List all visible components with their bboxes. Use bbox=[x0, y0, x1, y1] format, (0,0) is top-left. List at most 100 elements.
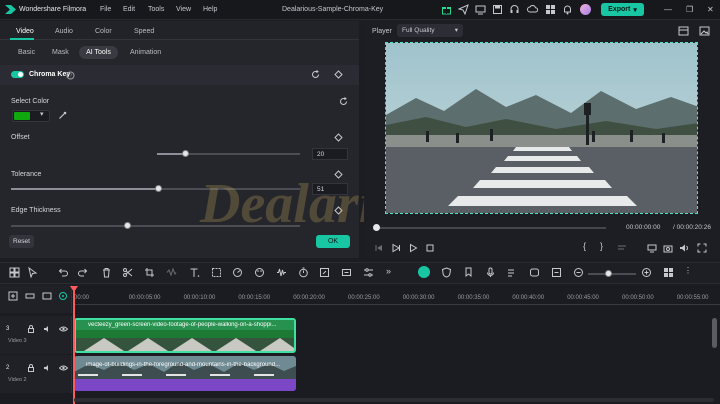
ai-track-icon[interactable] bbox=[58, 291, 68, 301]
tab-video[interactable]: Video bbox=[16, 28, 34, 35]
text-icon[interactable] bbox=[189, 267, 200, 278]
monitor-icon[interactable] bbox=[475, 4, 486, 15]
toolbar-menu-icon[interactable]: ⋮ bbox=[684, 266, 692, 275]
playhead[interactable] bbox=[73, 286, 75, 404]
mark-in-icon[interactable]: { bbox=[583, 241, 586, 251]
marker-icon[interactable] bbox=[463, 267, 474, 278]
menu-file[interactable]: File bbox=[100, 6, 111, 13]
stabilize-icon[interactable] bbox=[341, 267, 352, 278]
play-pause-icon[interactable] bbox=[391, 243, 401, 253]
snap-icon[interactable] bbox=[551, 267, 562, 278]
menu-view[interactable]: View bbox=[176, 6, 191, 13]
quality-dropdown[interactable]: Full Quality ▾ bbox=[397, 24, 463, 37]
eye-icon[interactable] bbox=[59, 364, 68, 372]
tab-color[interactable]: Color bbox=[95, 28, 112, 35]
display-icon[interactable] bbox=[647, 243, 657, 253]
chroma-key-toggle[interactable] bbox=[11, 71, 24, 78]
menu-edit[interactable]: Edit bbox=[123, 6, 135, 13]
offset-value[interactable]: 20 bbox=[312, 148, 348, 160]
mark-out-icon[interactable]: } bbox=[600, 241, 603, 251]
subtab-ai-tools[interactable]: AI Tools bbox=[79, 46, 118, 59]
crop-icon[interactable] bbox=[144, 267, 155, 278]
restore-icon[interactable]: ❐ bbox=[686, 5, 693, 14]
undo-icon[interactable] bbox=[57, 267, 68, 278]
track-settings-icon[interactable] bbox=[42, 291, 52, 301]
link-icon[interactable] bbox=[25, 291, 35, 301]
gift-icon[interactable] bbox=[441, 4, 452, 15]
edge-thickness-slider-knob[interactable] bbox=[124, 222, 131, 229]
screenshot-compare-icon[interactable] bbox=[678, 26, 689, 36]
export-button[interactable]: Export ▾ bbox=[601, 3, 644, 16]
speaker-icon[interactable] bbox=[43, 325, 51, 333]
zoom-slider-knob[interactable] bbox=[605, 270, 612, 277]
audio-stretch-icon[interactable] bbox=[166, 267, 177, 278]
reset-button[interactable]: Reset bbox=[9, 235, 34, 248]
timer-icon[interactable] bbox=[298, 267, 309, 278]
mask-icon[interactable] bbox=[529, 267, 540, 278]
avatar[interactable] bbox=[580, 4, 591, 15]
help-icon[interactable]: ? bbox=[66, 71, 75, 80]
edge-thickness-slider[interactable] bbox=[11, 225, 300, 227]
timeline-vertical-scrollbar[interactable] bbox=[712, 318, 717, 348]
stop-icon[interactable] bbox=[425, 243, 435, 253]
subtab-animation[interactable]: Animation bbox=[130, 49, 161, 56]
reset-icon[interactable] bbox=[311, 70, 320, 79]
playback-knob[interactable] bbox=[373, 224, 380, 231]
delete-icon[interactable] bbox=[101, 267, 112, 278]
ai-cutout-icon[interactable] bbox=[319, 267, 330, 278]
reset-icon[interactable] bbox=[339, 97, 348, 106]
grid-icon[interactable] bbox=[545, 4, 556, 15]
keyframe-icon[interactable] bbox=[334, 70, 343, 79]
speaker-icon[interactable] bbox=[43, 364, 51, 372]
volume-icon[interactable] bbox=[679, 243, 689, 253]
menu-tools[interactable]: Tools bbox=[148, 6, 164, 13]
tab-audio[interactable]: Audio bbox=[55, 28, 73, 35]
microphone-icon[interactable] bbox=[485, 267, 496, 278]
menu-help[interactable]: Help bbox=[203, 6, 217, 13]
adjust-icon[interactable] bbox=[363, 267, 374, 278]
zoom-out-icon[interactable] bbox=[573, 267, 584, 278]
video-preview[interactable] bbox=[385, 42, 698, 214]
fullscreen-icon[interactable] bbox=[697, 243, 707, 253]
timeline-horizontal-scrollbar[interactable] bbox=[74, 398, 714, 402]
keyframe-icon[interactable] bbox=[334, 133, 343, 142]
subtab-basic[interactable]: Basic bbox=[18, 49, 35, 56]
video-clip-mountains[interactable]: image-of-buildings-in-the-foreground-and… bbox=[74, 356, 296, 391]
eyedropper-icon[interactable] bbox=[58, 111, 67, 120]
redo-icon[interactable] bbox=[78, 267, 89, 278]
speed-icon[interactable] bbox=[232, 267, 243, 278]
eye-icon[interactable] bbox=[59, 325, 68, 333]
tab-speed[interactable]: Speed bbox=[134, 28, 154, 35]
video-clip-green-screen[interactable]: vecteezy_green-screen-video-footage-of-p… bbox=[74, 318, 296, 353]
ok-button[interactable]: OK bbox=[316, 235, 350, 248]
playback-progress[interactable] bbox=[378, 227, 606, 229]
minimize-icon[interactable]: — bbox=[664, 5, 672, 14]
zoom-slider[interactable] bbox=[588, 273, 636, 275]
close-icon[interactable]: ✕ bbox=[707, 5, 714, 14]
keyframe-icon[interactable] bbox=[334, 170, 343, 179]
add-track-icon[interactable] bbox=[8, 291, 18, 301]
voiceover-list-icon[interactable] bbox=[507, 267, 518, 278]
previous-frame-icon[interactable] bbox=[374, 243, 384, 253]
tolerance-value[interactable]: 51 bbox=[312, 183, 348, 195]
shield-icon[interactable] bbox=[441, 267, 452, 278]
headset-icon[interactable] bbox=[509, 4, 520, 15]
audio-wave-icon[interactable] bbox=[276, 267, 287, 278]
split-icon[interactable] bbox=[122, 267, 133, 278]
save-icon[interactable] bbox=[492, 4, 503, 15]
lock-icon[interactable] bbox=[27, 325, 35, 333]
lock-icon[interactable] bbox=[27, 364, 35, 372]
color-palette-icon[interactable] bbox=[254, 267, 265, 278]
select-cursor-icon[interactable] bbox=[27, 267, 38, 278]
grid-view-icon[interactable] bbox=[663, 267, 674, 278]
render-preview-icon[interactable] bbox=[418, 266, 430, 278]
tolerance-slider-knob[interactable] bbox=[154, 185, 162, 192]
snapshot-icon[interactable] bbox=[663, 243, 673, 253]
more-tools-icon[interactable]: » bbox=[386, 266, 391, 276]
send-icon[interactable] bbox=[458, 4, 469, 15]
subtab-mask[interactable]: Mask bbox=[52, 49, 69, 56]
image-icon[interactable] bbox=[699, 26, 710, 36]
layout-icon[interactable] bbox=[9, 267, 20, 278]
more-options-icon[interactable] bbox=[617, 243, 627, 253]
keyframe-icon[interactable] bbox=[334, 206, 343, 215]
